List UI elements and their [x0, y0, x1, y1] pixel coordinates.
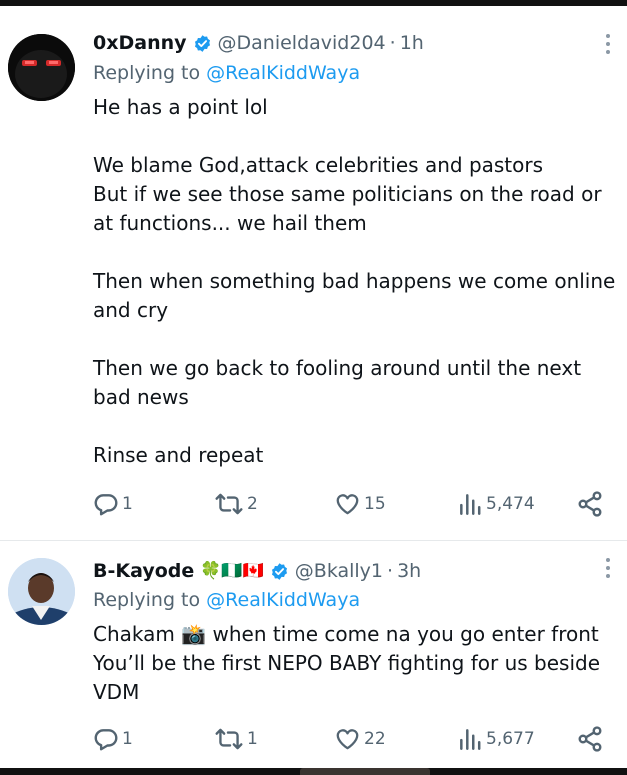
like-button[interactable]: 15	[334, 489, 386, 519]
tweet-header: B-Kayode 🍀🇳🇬🇨🇦 @Bkally1 · 3h	[93, 560, 421, 582]
display-name[interactable]: B-Kayode	[93, 560, 194, 582]
reply-icon	[94, 494, 118, 516]
tweet-text: He has a point lol We blame God,attack c…	[93, 93, 618, 470]
verified-badge-icon	[270, 562, 289, 581]
replying-to: Replying to @RealKiddWaya	[93, 62, 360, 84]
replying-prefix: Replying to	[93, 62, 201, 84]
views-icon	[460, 729, 481, 750]
tweet[interactable]: 0xDanny @Danieldavid204 · 1h Replying to…	[0, 6, 627, 540]
like-count: 15	[364, 494, 386, 514]
reply-count: 1	[122, 729, 133, 749]
tweet-header: 0xDanny @Danieldavid204 · 1h	[93, 32, 424, 54]
mention-link[interactable]: @RealKiddWaya	[206, 62, 360, 84]
user-handle[interactable]: @Danieldavid204	[218, 32, 386, 54]
timestamp[interactable]: 1h	[400, 32, 424, 54]
share-button[interactable]	[576, 489, 604, 519]
reply-button[interactable]: 1	[93, 489, 133, 519]
views-icon	[460, 494, 481, 515]
display-name[interactable]: 0xDanny	[93, 32, 187, 54]
verified-badge-icon	[193, 34, 212, 53]
tweet-paragraph: He has a point lol	[93, 95, 268, 119]
share-button[interactable]	[576, 724, 604, 754]
tweet-paragraph: Then we go back to fooling around until …	[93, 356, 582, 409]
bottom-edge-bar	[0, 768, 627, 775]
views-button[interactable]: 5,677	[457, 724, 535, 754]
timestamp[interactable]: 3h	[397, 560, 421, 582]
reply-count: 1	[122, 494, 133, 514]
repost-button[interactable]: 1	[214, 724, 258, 754]
reply-icon	[94, 729, 118, 751]
more-icon[interactable]	[604, 558, 612, 582]
repost-icon	[215, 493, 243, 515]
tweet-line: Chakam 📸 when time come na you go enter …	[93, 622, 599, 646]
avatar[interactable]	[8, 34, 75, 101]
action-bar: 1 1 22 5,677	[93, 724, 613, 754]
views-button[interactable]: 5,474	[457, 489, 535, 519]
tweet-line: You’ll be the first NEPO BABY fighting f…	[93, 651, 601, 704]
name-emoji-flags: 🍀🇳🇬🇨🇦	[200, 561, 264, 581]
tweet-text: Chakam 📸 when time come na you go enter …	[93, 620, 618, 707]
like-icon	[336, 494, 359, 515]
repost-icon	[215, 728, 243, 750]
tweet-paragraph: Rinse and repeat	[93, 443, 264, 467]
repost-count: 2	[247, 494, 258, 514]
like-count: 22	[364, 729, 386, 749]
reply-button[interactable]: 1	[93, 724, 133, 754]
tweet-line: We blame God,attack celebrities and past…	[93, 153, 544, 177]
action-bar: 1 2 15 5,474	[93, 489, 613, 519]
more-icon[interactable]	[604, 34, 612, 58]
tweet[interactable]: B-Kayode 🍀🇳🇬🇨🇦 @Bkally1 · 3h Replying to…	[0, 541, 627, 768]
separator: ·	[389, 32, 396, 54]
user-handle[interactable]: @Bkally1	[295, 560, 383, 582]
share-icon	[578, 726, 602, 752]
repost-count: 1	[247, 729, 258, 749]
repost-button[interactable]: 2	[214, 489, 258, 519]
avatar[interactable]	[8, 558, 75, 625]
view-count: 5,677	[486, 729, 535, 749]
tweet-paragraph: Chakam 📸 when time come na you go enter …	[93, 620, 618, 707]
view-count: 5,474	[486, 494, 535, 514]
like-icon	[336, 729, 359, 750]
tweet-paragraph: Then when something bad happens we come …	[93, 269, 616, 322]
tweet-paragraph: We blame God,attack celebrities and past…	[93, 151, 618, 238]
separator: ·	[387, 560, 394, 582]
like-button[interactable]: 22	[334, 724, 386, 754]
tweet-line: But if we see those same politicians on …	[93, 182, 602, 235]
mention-link[interactable]: @RealKiddWaya	[206, 589, 360, 611]
replying-to: Replying to @RealKiddWaya	[93, 589, 360, 611]
share-icon	[578, 491, 602, 517]
replying-prefix: Replying to	[93, 589, 201, 611]
